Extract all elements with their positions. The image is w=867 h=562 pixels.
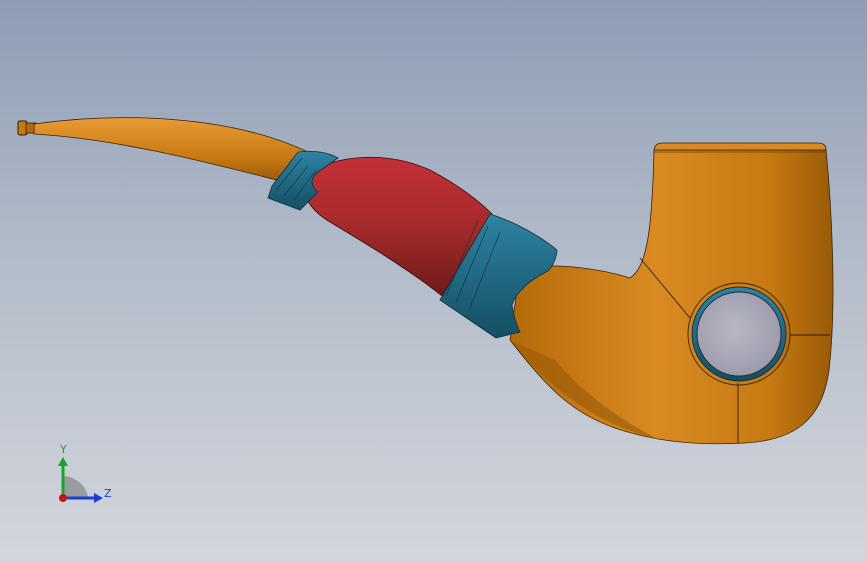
mouthpiece-tip[interactable] (17, 120, 37, 136)
z-axis-arrow (94, 493, 103, 503)
bowl-rim[interactable] (653, 142, 827, 151)
triad-xz-plane (63, 476, 88, 498)
triad-origin (59, 494, 67, 502)
pipe-stem[interactable] (33, 117, 319, 191)
y-axis-label: Y (59, 443, 67, 456)
graphics-viewport[interactable]: Y Z (0, 0, 867, 562)
pipe-bowl-body[interactable] (509, 149, 834, 445)
pipe-model[interactable] (0, 0, 867, 562)
coordinate-triad: Y Z (58, 443, 112, 503)
y-axis-arrow (58, 457, 68, 466)
z-axis-label: Z (104, 487, 112, 500)
